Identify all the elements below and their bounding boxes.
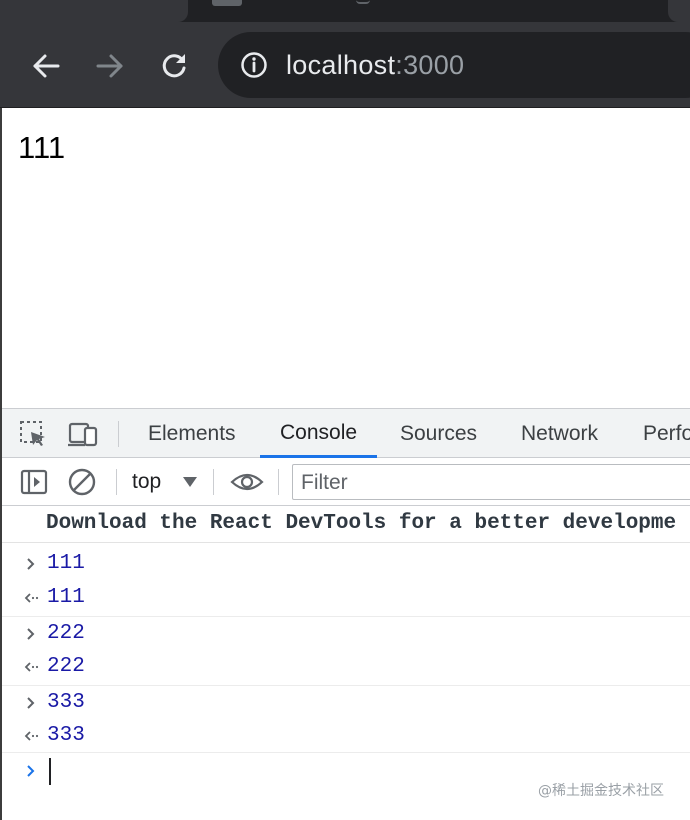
tab-network[interactable]: Network bbox=[521, 409, 598, 458]
chevron-right-icon bbox=[27, 558, 35, 570]
browser-tab-next[interactable] bbox=[668, 0, 690, 22]
url-port: :3000 bbox=[395, 50, 465, 80]
devtools-panel: Elements Console Sources Network Perfo t… bbox=[0, 408, 690, 820]
back-button[interactable] bbox=[24, 44, 68, 88]
chevron-right-icon bbox=[27, 628, 35, 640]
chevron-right-icon bbox=[27, 697, 35, 709]
toolbar-divider bbox=[116, 469, 117, 495]
tab-favicon bbox=[212, 0, 242, 6]
console-value: 222 bbox=[47, 655, 85, 678]
toolbar-divider bbox=[213, 469, 214, 495]
console-value: 333 bbox=[47, 691, 85, 714]
console-value: 111 bbox=[47, 552, 85, 575]
url-text[interactable]: localhost:3000 bbox=[286, 49, 464, 81]
live-expression-button[interactable] bbox=[230, 466, 264, 498]
console-info-message: Download the React DevTools for a better… bbox=[46, 512, 677, 535]
console-result-entry[interactable]: 222 bbox=[2, 650, 690, 684]
tab-elements[interactable]: Elements bbox=[148, 409, 236, 458]
browser-tab[interactable] bbox=[0, 0, 188, 22]
reload-button[interactable] bbox=[152, 44, 196, 88]
text-caret bbox=[49, 758, 51, 785]
devtools-tab-bar: Elements Console Sources Network Perfo bbox=[2, 408, 690, 458]
divider bbox=[2, 542, 690, 543]
filter-input[interactable]: Filter bbox=[292, 464, 690, 500]
console-result-entry[interactable]: 111 bbox=[2, 581, 690, 615]
page-viewport: 111 bbox=[0, 108, 690, 408]
page-content-text: 111 bbox=[18, 130, 66, 165]
tab-strip bbox=[0, 0, 690, 22]
console-value: 333 bbox=[47, 724, 85, 747]
toolbar-divider bbox=[278, 469, 279, 495]
console-input-entry[interactable]: 333 bbox=[2, 686, 690, 720]
prompt-chevron-icon bbox=[27, 765, 35, 777]
reload-icon bbox=[162, 54, 186, 78]
tab-title-fragment bbox=[356, 0, 370, 4]
result-arrow-icon bbox=[24, 731, 39, 741]
url-host: localhost bbox=[286, 50, 396, 80]
browser-toolbar: localhost:3000 bbox=[0, 22, 690, 108]
console-value: 111 bbox=[47, 586, 85, 609]
inspect-element-icon[interactable] bbox=[16, 417, 50, 451]
console-toolbar: top Filter bbox=[2, 458, 690, 506]
tab-performance[interactable]: Perfo bbox=[643, 409, 690, 458]
chevron-down-icon bbox=[183, 477, 198, 487]
eye-icon bbox=[230, 473, 264, 491]
address-bar[interactable]: localhost:3000 bbox=[218, 32, 690, 98]
toolbar-divider bbox=[118, 421, 119, 447]
result-arrow-icon bbox=[24, 593, 39, 603]
inspect-cursor-icon bbox=[20, 421, 45, 446]
console-input-entry[interactable]: 222 bbox=[2, 617, 690, 651]
sidebar-panel-icon bbox=[20, 469, 48, 495]
console-sidebar-toggle[interactable] bbox=[18, 466, 50, 498]
forward-button[interactable] bbox=[88, 44, 132, 88]
context-selector-value: top bbox=[132, 470, 162, 493]
block-icon bbox=[68, 468, 96, 496]
console-value: 222 bbox=[47, 622, 85, 645]
context-selector[interactable]: top bbox=[132, 466, 198, 498]
divider bbox=[2, 752, 690, 753]
console-output: Download the React DevTools for a better… bbox=[2, 506, 690, 820]
device-icon bbox=[68, 422, 98, 447]
clear-console-button[interactable] bbox=[66, 466, 98, 498]
tab-sources[interactable]: Sources bbox=[400, 409, 477, 458]
arrow-left-icon bbox=[33, 54, 60, 78]
console-result-entry[interactable]: 333 bbox=[2, 719, 690, 753]
device-toolbar-icon[interactable] bbox=[66, 417, 100, 451]
site-info-icon[interactable] bbox=[240, 51, 268, 79]
tab-console[interactable]: Console bbox=[260, 409, 378, 458]
arrow-right-icon bbox=[96, 54, 123, 78]
console-input-entry[interactable]: 111 bbox=[2, 547, 690, 581]
watermark: @稀土掘金技术社区 bbox=[538, 783, 664, 799]
result-arrow-icon bbox=[24, 662, 39, 672]
